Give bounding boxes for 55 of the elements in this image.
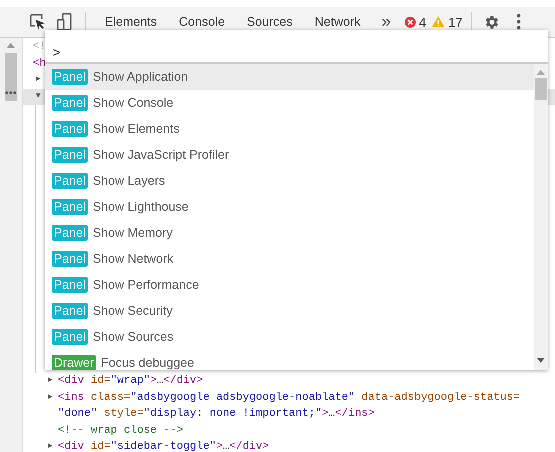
command-item[interactable]: Panel Show Sources	[45, 324, 534, 350]
command-item[interactable]: Panel Show Elements	[45, 116, 534, 142]
command-label: Show Elements	[92, 122, 180, 136]
disclosure-arrow[interactable]: ▶	[36, 72, 46, 88]
category-tag: Panel	[52, 147, 88, 163]
category-tag: Panel	[52, 69, 88, 85]
html-code-text: <div id="sidebar-toggle">…</div>	[58, 440, 270, 452]
command-item[interactable]: Panel Show Memory	[45, 220, 534, 246]
category-tag: Panel	[52, 303, 88, 319]
command-item[interactable]: Panel Show Console	[45, 90, 534, 116]
command-label: Focus debuggee	[101, 356, 194, 370]
category-tag: Panel	[52, 277, 88, 293]
disclosure-arrow[interactable]: ▶	[48, 390, 58, 406]
category-tag: Panel	[52, 225, 88, 241]
command-label: Show Performance	[92, 278, 200, 292]
ellipsis-icon[interactable]	[5, 91, 17, 95]
scroll-down-icon[interactable]	[536, 357, 546, 365]
error-count[interactable]: 4	[419, 14, 426, 30]
category-tag: Panel	[52, 173, 88, 189]
html-code-text: <!	[33, 41, 46, 53]
command-label: Show Application	[92, 70, 188, 84]
scrollbar-thumb[interactable]	[535, 78, 547, 100]
command-label: Show Sources	[92, 330, 174, 344]
warning-count[interactable]: 17	[448, 14, 463, 30]
category-tag: Drawer	[52, 355, 96, 370]
command-item[interactable]: Panel Show JavaScript Profiler	[45, 142, 534, 168]
command-field[interactable]: >	[45, 30, 548, 64]
command-item[interactable]: Panel Show Application	[45, 64, 534, 90]
category-tag: Panel	[52, 95, 88, 111]
disclosure-arrow[interactable]: ▼	[36, 88, 46, 105]
command-label: Show Security	[92, 304, 173, 318]
command-item[interactable]: Panel Show Lighthouse	[45, 194, 534, 220]
category-tag: Panel	[52, 251, 88, 267]
command-label: Show Network	[92, 252, 174, 266]
error-icon	[405, 16, 416, 28]
html-code-text: <div id="wrap">…</div>	[58, 374, 204, 389]
command-item[interactable]: Panel Show Performance	[45, 272, 534, 298]
category-tag: Panel	[52, 199, 88, 215]
category-tag: Panel	[52, 329, 88, 345]
category-tag: Panel	[52, 121, 88, 137]
disclosure-arrow[interactable]: ▶	[48, 373, 58, 390]
command-label: Show Console	[92, 96, 174, 110]
command-label: Show JavaScript Profiler	[92, 148, 230, 162]
html-comment-text: <!-- wrap close -->	[58, 424, 184, 438]
disclosure-arrow[interactable]: ▶	[48, 439, 58, 452]
html-code-text: <ins class="adsbygoogle adsbygoogle-noablate" data-adsbygoogle-status= "done" style="display: none !important;">…</ins>	[58, 390, 522, 422]
command-item[interactable]: Panel Show Network	[45, 246, 534, 272]
scrollbar-thumb[interactable]	[5, 53, 17, 101]
warning-icon	[432, 16, 446, 28]
command-label: Show Lighthouse	[92, 200, 189, 214]
command-item[interactable]: Panel Show Security	[45, 298, 534, 324]
command-label: Show Memory	[92, 226, 173, 240]
command-label: Show Layers	[92, 174, 166, 188]
command-item[interactable]: Drawer Focus debuggee	[45, 350, 534, 370]
command-item[interactable]: Panel Show Layers	[45, 168, 534, 194]
